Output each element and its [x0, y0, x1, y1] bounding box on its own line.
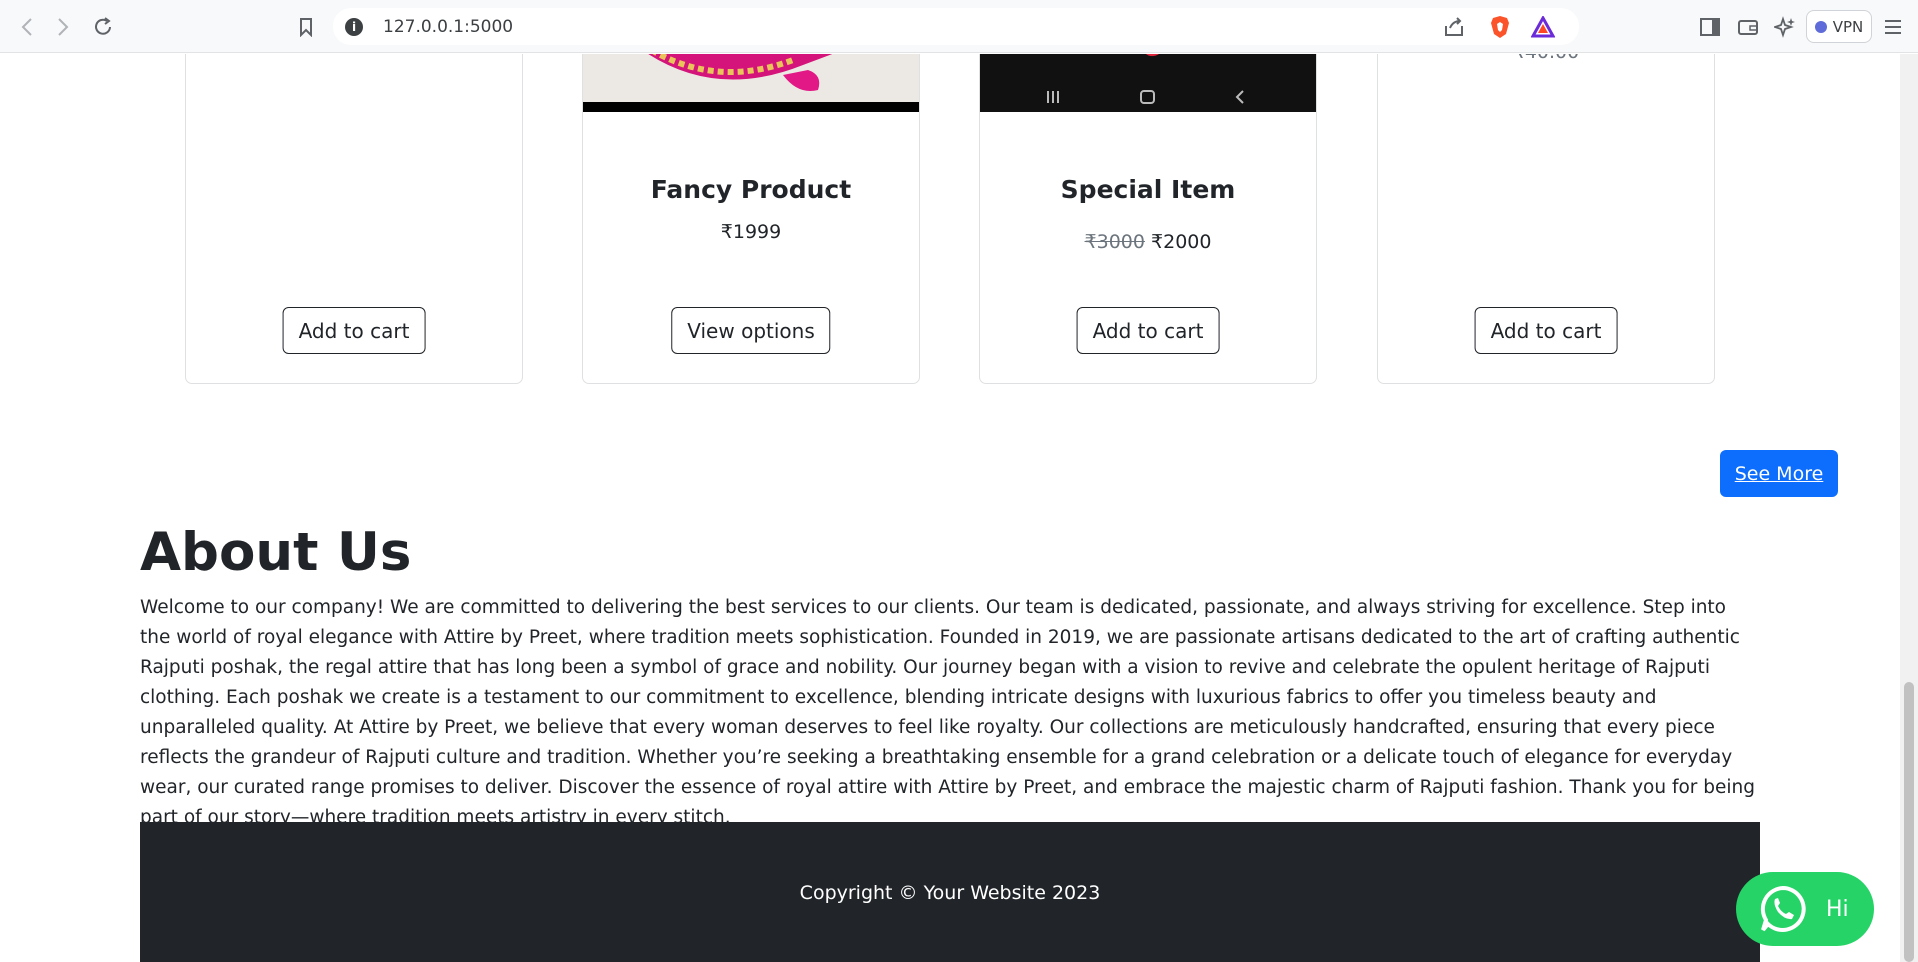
see-more-button[interactable]: See More	[1720, 450, 1838, 497]
vpn-label: VPN	[1832, 17, 1864, 36]
whatsapp-label: Hi	[1826, 896, 1849, 922]
product-price-group: ₹3000 ₹2000	[980, 231, 1316, 253]
share-icon[interactable]	[1441, 14, 1467, 40]
site-footer: Copyright © Your Website 2023	[140, 822, 1760, 962]
copyright-text: Copyright © Your Website 2023	[799, 882, 1101, 904]
view-options-button[interactable]: View options	[671, 307, 831, 354]
reload-icon[interactable]	[88, 12, 118, 42]
about-us-text: Welcome to our company! We are committed…	[140, 597, 1756, 828]
product-image[interactable]	[980, 54, 1316, 112]
brave-shield-icon[interactable]	[1487, 14, 1513, 40]
product-price: ₹1999	[720, 221, 782, 243]
product-title: Fancy Product	[650, 175, 852, 204]
product-price: ₹40.00	[1378, 54, 1714, 63]
sidebar-icon[interactable]	[1697, 14, 1723, 40]
page-viewport: Add to cart Fancy Product ₹1999 View opt…	[0, 54, 1900, 962]
page-scrollbar[interactable]	[1900, 54, 1918, 962]
address-bar[interactable]: i 127.0.0.1:5000	[333, 8, 1579, 45]
product-card: Add to cart	[185, 54, 523, 384]
forward-icon[interactable]	[48, 12, 78, 42]
add-to-cart-button[interactable]: Add to cart	[282, 307, 426, 354]
url-text: 127.0.0.1:5000	[383, 16, 514, 37]
whatsapp-chat-button[interactable]: Hi	[1736, 872, 1874, 946]
menu-icon[interactable]	[1880, 14, 1906, 40]
vpn-button[interactable]: VPN	[1806, 10, 1872, 43]
add-to-cart-button[interactable]: Add to cart	[1474, 307, 1618, 354]
product-card: Fancy Product ₹1999 View options	[582, 54, 920, 384]
site-info-icon[interactable]: i	[345, 17, 363, 36]
vpn-status-icon	[1814, 20, 1827, 33]
scrollbar-thumb[interactable]	[1904, 682, 1914, 962]
product-image[interactable]	[583, 54, 919, 112]
about-us-heading: About Us	[140, 522, 412, 583]
bookmark-icon[interactable]	[293, 14, 319, 40]
leo-ai-icon[interactable]	[1772, 14, 1798, 40]
add-to-cart-button[interactable]: Add to cart	[1076, 307, 1220, 354]
whatsapp-icon	[1760, 885, 1806, 932]
product-card: Special Item ₹3000 ₹2000 Add to cart	[979, 54, 1317, 384]
brave-rewards-icon[interactable]	[1530, 14, 1556, 40]
back-icon[interactable]	[12, 12, 42, 42]
product-title: Special Item	[1060, 175, 1236, 204]
product-card: ₹40.00 Add to cart	[1377, 54, 1715, 384]
sale-price: ₹2000	[1151, 231, 1212, 253]
original-price: ₹3000	[1084, 231, 1145, 253]
browser-toolbar: i 127.0.0.1:5000 VPN	[0, 0, 1918, 53]
wallet-icon[interactable]	[1735, 14, 1761, 40]
